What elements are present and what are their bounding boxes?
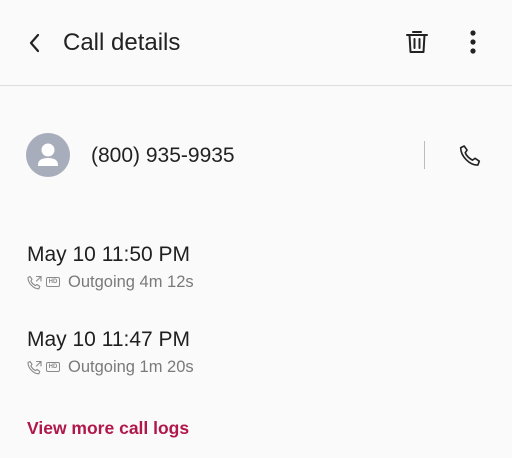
trash-icon xyxy=(406,31,428,53)
phone-icon xyxy=(459,145,481,166)
chevron-left-icon xyxy=(29,33,40,53)
more-vert-icon xyxy=(470,30,476,54)
hd-badge: HD xyxy=(46,362,60,372)
call-log-detail: Outgoing 4m 12s xyxy=(68,272,194,291)
call-log-datetime: May 10 11:50 PM xyxy=(27,243,191,266)
more-options-button[interactable] xyxy=(458,27,488,57)
view-more-call-logs-link[interactable]: View more call logs xyxy=(27,417,189,439)
avatar[interactable] xyxy=(26,133,70,177)
outgoing-call-icon xyxy=(27,275,42,289)
back-button[interactable] xyxy=(20,28,50,58)
contact-row: (800) 935-9935 xyxy=(0,128,512,184)
call-log-icons: HD xyxy=(27,360,60,375)
outgoing-call-icon xyxy=(27,360,42,374)
phone-number[interactable]: (800) 935-9935 xyxy=(91,144,235,168)
hd-badge: HD xyxy=(46,277,60,287)
call-log-item[interactable]: May 10 11:50 PM HD Outgoing 4m 12s xyxy=(27,243,487,292)
call-log-detail-row: HD Outgoing 1m 20s xyxy=(27,357,487,377)
person-avatar-icon xyxy=(38,143,58,166)
app-bar: Call details xyxy=(0,0,512,86)
page-title: Call details xyxy=(63,29,181,56)
call-log-datetime: May 10 11:47 PM xyxy=(27,328,191,351)
call-log-detail-row: HD Outgoing 4m 12s xyxy=(27,272,487,292)
call-button[interactable] xyxy=(454,140,486,172)
call-log-detail: Outgoing 1m 20s xyxy=(68,357,194,376)
call-log-icons: HD xyxy=(27,275,60,290)
delete-button[interactable] xyxy=(402,27,432,57)
call-log-item[interactable]: May 10 11:47 PM HD Outgoing 1m 20s xyxy=(27,328,487,377)
vertical-divider xyxy=(424,141,425,169)
